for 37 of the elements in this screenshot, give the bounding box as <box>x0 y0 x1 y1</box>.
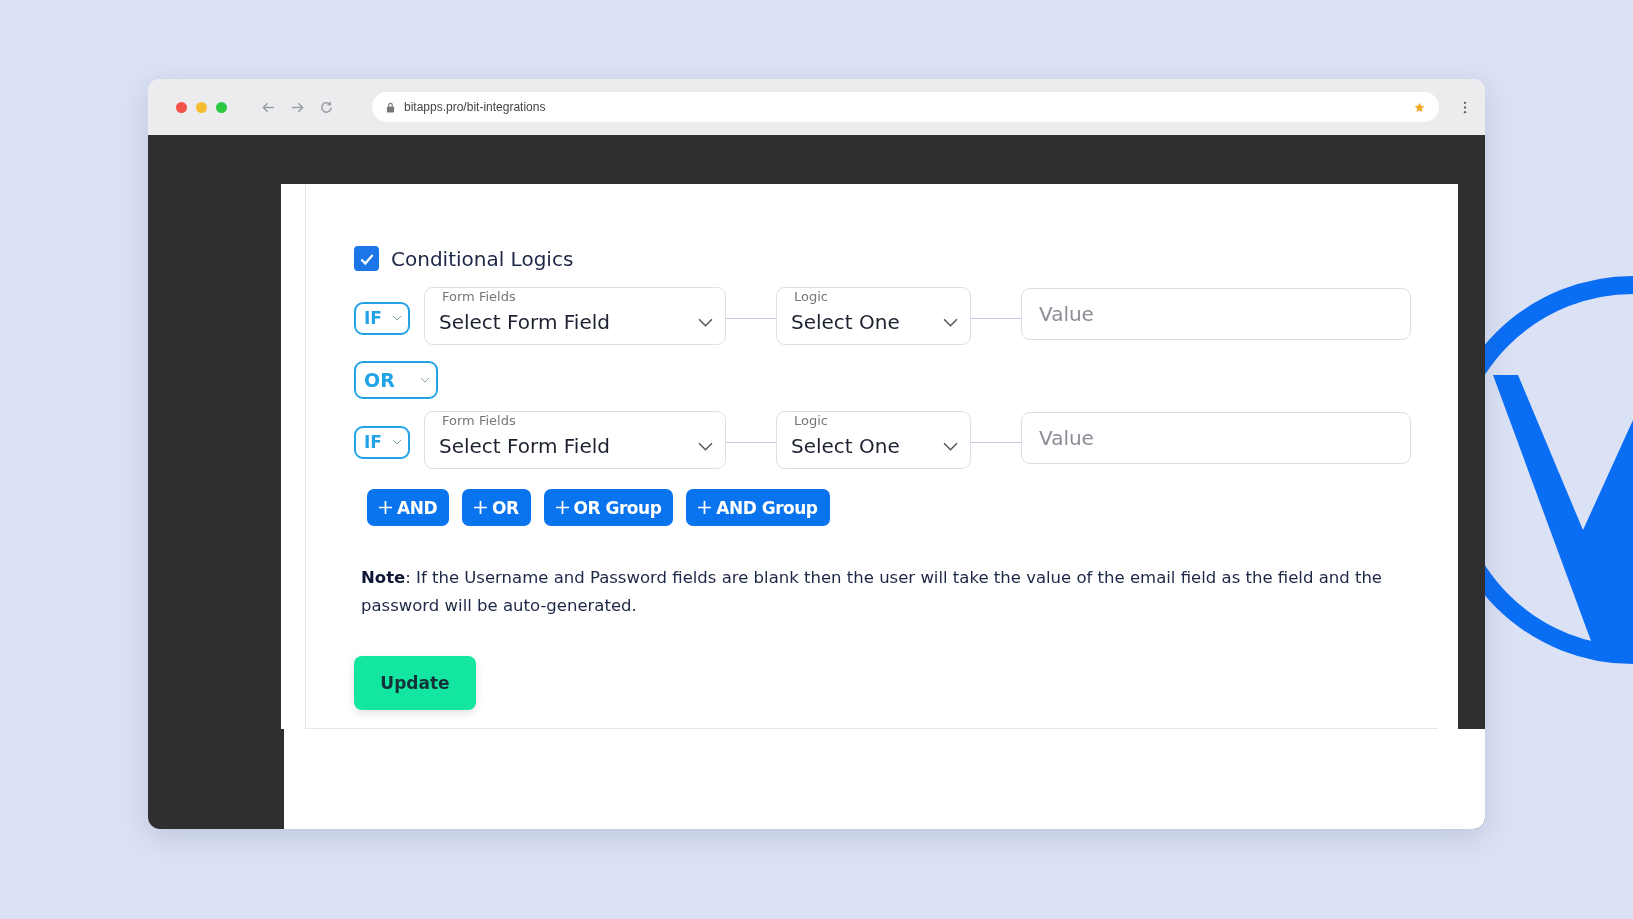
plus-icon <box>698 501 712 514</box>
logic-dropdown[interactable]: Logic Select One <box>776 411 971 469</box>
caret-icon <box>943 317 958 327</box>
add-condition-button[interactable]: AND Group <box>686 489 830 526</box>
caret-icon <box>698 317 713 327</box>
caret-icon <box>698 441 713 451</box>
operator-dropdown[interactable]: IF <box>354 425 410 459</box>
caret-icon <box>420 377 430 383</box>
add-condition-button[interactable]: AND <box>367 489 449 526</box>
checkbox[interactable] <box>354 246 379 271</box>
checkbox-label: Conditional Logics <box>391 246 574 271</box>
reload-icon[interactable] <box>319 99 334 115</box>
form-field-dropdown[interactable]: Form Fields Select Form Field <box>424 411 726 469</box>
logic-dropdown[interactable]: Logic Select One <box>776 287 971 345</box>
add-condition-button[interactable]: OR <box>462 489 531 526</box>
close-dot-icon[interactable] <box>176 101 187 113</box>
more-menu-icon[interactable] <box>1463 100 1467 114</box>
caret-icon <box>943 441 958 451</box>
caret-icon <box>392 315 402 321</box>
address-bar[interactable]: bitapps.pro/bit-integrations <box>372 92 1439 122</box>
maximize-dot-icon[interactable] <box>216 101 227 113</box>
add-condition-button[interactable]: OR Group <box>543 489 674 526</box>
update-button[interactable]: Update <box>354 656 476 710</box>
plus-icon <box>379 501 392 514</box>
joiner-dropdown[interactable]: OR <box>354 361 438 399</box>
caret-icon <box>392 439 402 445</box>
plus-icon <box>555 501 569 514</box>
operator-dropdown[interactable]: IF <box>354 301 410 335</box>
lock-icon <box>386 101 395 113</box>
form-field-dropdown[interactable]: Form Fields Select Form Field <box>424 287 726 345</box>
url-text: bitapps.pro/bit-integrations <box>404 100 547 114</box>
plus-icon <box>474 501 487 514</box>
value-input-field[interactable]: Value <box>1021 412 1411 464</box>
minimize-dot-icon[interactable] <box>196 101 207 113</box>
value-input-field[interactable]: Value <box>1021 288 1411 340</box>
star-icon[interactable] <box>1414 101 1425 113</box>
note-text: Note: If the Username and Password fields are blank then the user will take the value of the email field as the field and the password will be auto-generated. <box>361 567 1383 617</box>
